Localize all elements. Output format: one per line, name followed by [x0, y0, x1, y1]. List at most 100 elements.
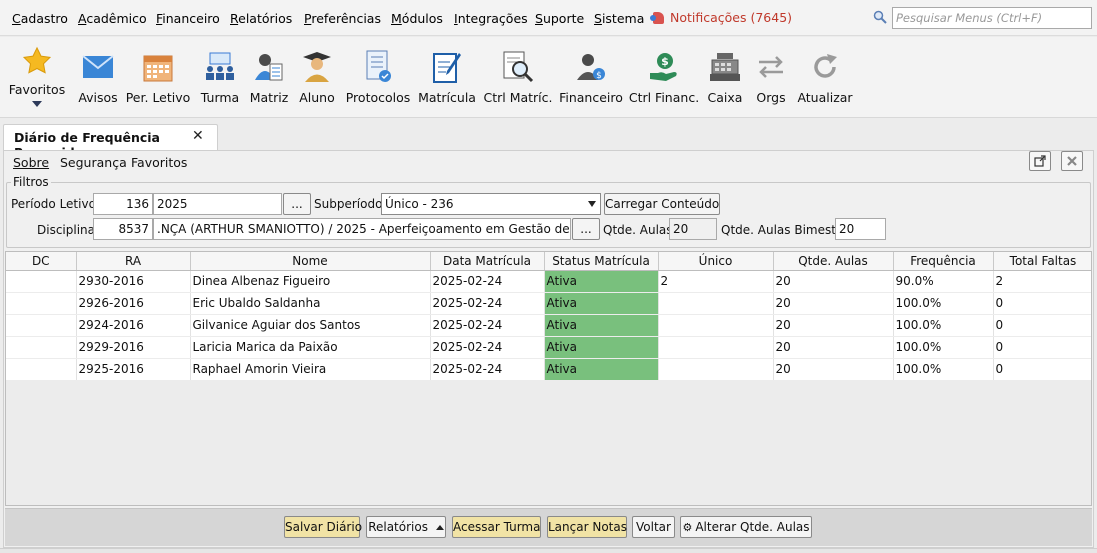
cell-unico[interactable] [658, 358, 774, 381]
subperiodo-select[interactable]: Único - 236 [381, 193, 601, 215]
notifications-link[interactable]: Notificações (7645) [650, 10, 792, 25]
lancar-notas-button[interactable]: Lançar Notas [547, 516, 627, 538]
cell-ra: 2924-2016 [76, 314, 191, 337]
toolbar-atualizar-button[interactable]: Atualizar [797, 37, 853, 117]
col-nome[interactable]: Nome [190, 252, 431, 271]
cell-ra: 2926-2016 [76, 292, 191, 315]
cell-dc[interactable] [6, 292, 77, 315]
cell-faltas: 0 [993, 292, 1091, 315]
menu-financeiro[interactable]: Financeiro [156, 11, 220, 26]
toolbar-matriz-button[interactable]: Matriz [250, 37, 288, 117]
cell-unico[interactable] [658, 314, 774, 337]
menu-suporte[interactable]: Suporte [535, 11, 584, 26]
qtde-aulas-bimestre-field[interactable]: 20 [835, 218, 886, 240]
toolbar-caixa-button[interactable]: Caixa [706, 37, 744, 117]
col-unico[interactable]: Único [658, 252, 774, 271]
table-row[interactable]: 2929-2016 Laricia Marica da Paixão 2025-… [6, 336, 1091, 359]
toolbar-matricula-button[interactable]: Matrícula [418, 37, 476, 117]
col-data-matricula[interactable]: Data Matrícula [430, 252, 545, 271]
menu-preferencias[interactable]: Preferências [304, 11, 381, 26]
cell-unico[interactable]: 2 [658, 270, 774, 293]
search-icon [873, 10, 887, 24]
menu-integracoes[interactable]: Integrações [454, 11, 528, 26]
cell-data: 2025-02-24 [430, 314, 545, 337]
cell-faltas: 0 [993, 336, 1091, 359]
cell-unico[interactable] [658, 292, 774, 315]
caret-up-icon [435, 525, 444, 530]
disciplina-value-field[interactable]: .NÇA (ARTHUR SMANIOTTO) / 2025 - Aperfei… [153, 218, 571, 240]
col-dc[interactable]: DC [6, 252, 77, 271]
periodo-code-field[interactable]: 136 [93, 193, 153, 215]
document-search-icon [500, 49, 536, 85]
menu-modulos[interactable]: Módulos [391, 11, 443, 26]
col-qtde-aulas[interactable]: Qtde. Aulas [773, 252, 894, 271]
submenu-sobre[interactable]: Sobre [13, 155, 49, 170]
favoritos-label: Favoritos [8, 82, 66, 97]
financeiro-label: Financeiro [559, 90, 623, 105]
close-window-button[interactable] [1061, 151, 1083, 171]
cell-status: Ativa [544, 358, 659, 381]
salvar-diario-button[interactable]: Salvar Diário [284, 516, 362, 538]
close-icon[interactable]: ✕ [192, 128, 204, 144]
relatorios-button[interactable]: Relatórios [366, 516, 446, 538]
toolbar-avisos-button[interactable]: Avisos [77, 37, 119, 117]
alterar-qtde-aulas-button[interactable]: ⚙ Alterar Qtde. Aulas [680, 516, 812, 538]
menu-bar: Cadastro Acadêmico Financeiro Relatórios… [0, 0, 1097, 36]
tab-diario-frequencia[interactable]: Diário de Frequência Resumida ✕ [3, 124, 218, 160]
col-frequencia[interactable]: Frequência [893, 252, 994, 271]
periodo-label: Período Letivo: [11, 197, 100, 211]
star-icon [19, 43, 55, 79]
disciplina-code-field[interactable]: 8537 [93, 218, 153, 240]
search-menus-input[interactable] [892, 7, 1092, 29]
turma-label: Turma [200, 90, 240, 105]
submenu-favoritos[interactable]: Favoritos [131, 155, 187, 170]
student-icon [299, 49, 335, 85]
avisos-label: Avisos [78, 90, 118, 105]
toolbar-aluno-button[interactable]: Aluno [298, 37, 336, 117]
cell-unico[interactable] [658, 336, 774, 359]
carregar-conteudo-button[interactable]: Carregar Conteúdo [604, 193, 720, 215]
cell-status: Ativa [544, 336, 659, 359]
cell-dc[interactable] [6, 336, 77, 359]
col-total-faltas[interactable]: Total Faltas [993, 252, 1091, 271]
acessar-turma-button[interactable]: Acessar Turma [452, 516, 541, 538]
toolbar-ctrl-matric-button[interactable]: Ctrl Matríc. [483, 37, 553, 117]
col-ra[interactable]: RA [76, 252, 191, 271]
cell-dc[interactable] [6, 270, 77, 293]
periodo-search-button[interactable]: ... [283, 193, 311, 215]
cell-dc[interactable] [6, 358, 77, 381]
cell-aulas: 20 [773, 314, 894, 337]
col-status-matricula[interactable]: Status Matrícula [544, 252, 659, 271]
menu-relatorios[interactable]: Relatórios [230, 11, 292, 26]
table-row[interactable]: 2926-2016 Eric Ubaldo Saldanha 2025-02-2… [6, 292, 1091, 315]
cell-frequencia: 100.0% [893, 336, 994, 359]
cell-aulas: 20 [773, 292, 894, 315]
table-row[interactable]: 2924-2016 Gilvanice Aguiar dos Santos 20… [6, 314, 1091, 337]
menu-academico[interactable]: Acadêmico [78, 11, 147, 26]
ctrl-financ-label: Ctrl Financ. [628, 90, 700, 105]
cell-aulas: 20 [773, 358, 894, 381]
relatorios-label: Relatórios [368, 520, 428, 534]
toolbar-per-letivo-button[interactable]: Per. Letivo [126, 37, 190, 117]
toolbar-protocolos-button[interactable]: Protocolos [346, 37, 410, 117]
submenu-bar: Sobre Segurança Favoritos [4, 151, 1093, 175]
atualizar-label: Atualizar [797, 90, 853, 105]
menu-cadastro[interactable]: Cadastro [12, 11, 68, 26]
toolbar-financeiro-button[interactable]: $ Financeiro [559, 37, 623, 117]
submenu-seguranca[interactable]: Segurança [60, 155, 127, 170]
toolbar-favoritos-button[interactable]: Favoritos [8, 37, 66, 117]
cell-data: 2025-02-24 [430, 336, 545, 359]
table-row[interactable]: 2930-2016 Dinea Albenaz Figueiro 2025-02… [6, 270, 1091, 293]
detach-window-button[interactable] [1029, 151, 1051, 171]
table-row[interactable]: 2925-2016 Raphael Amorin Vieira 2025-02-… [6, 358, 1091, 381]
ctrl-matric-label: Ctrl Matríc. [483, 90, 553, 105]
toolbar-ctrl-financ-button[interactable]: $ Ctrl Financ. [628, 37, 700, 117]
periodo-value-field[interactable]: 2025 [153, 193, 282, 215]
voltar-button[interactable]: Voltar [632, 516, 675, 538]
cell-faltas: 2 [993, 270, 1091, 293]
disciplina-search-button[interactable]: ... [572, 218, 600, 240]
toolbar-turma-button[interactable]: Turma [200, 37, 240, 117]
toolbar-orgs-button[interactable]: Orgs [754, 37, 788, 117]
menu-sistema[interactable]: Sistema [594, 11, 644, 26]
cell-dc[interactable] [6, 314, 77, 337]
